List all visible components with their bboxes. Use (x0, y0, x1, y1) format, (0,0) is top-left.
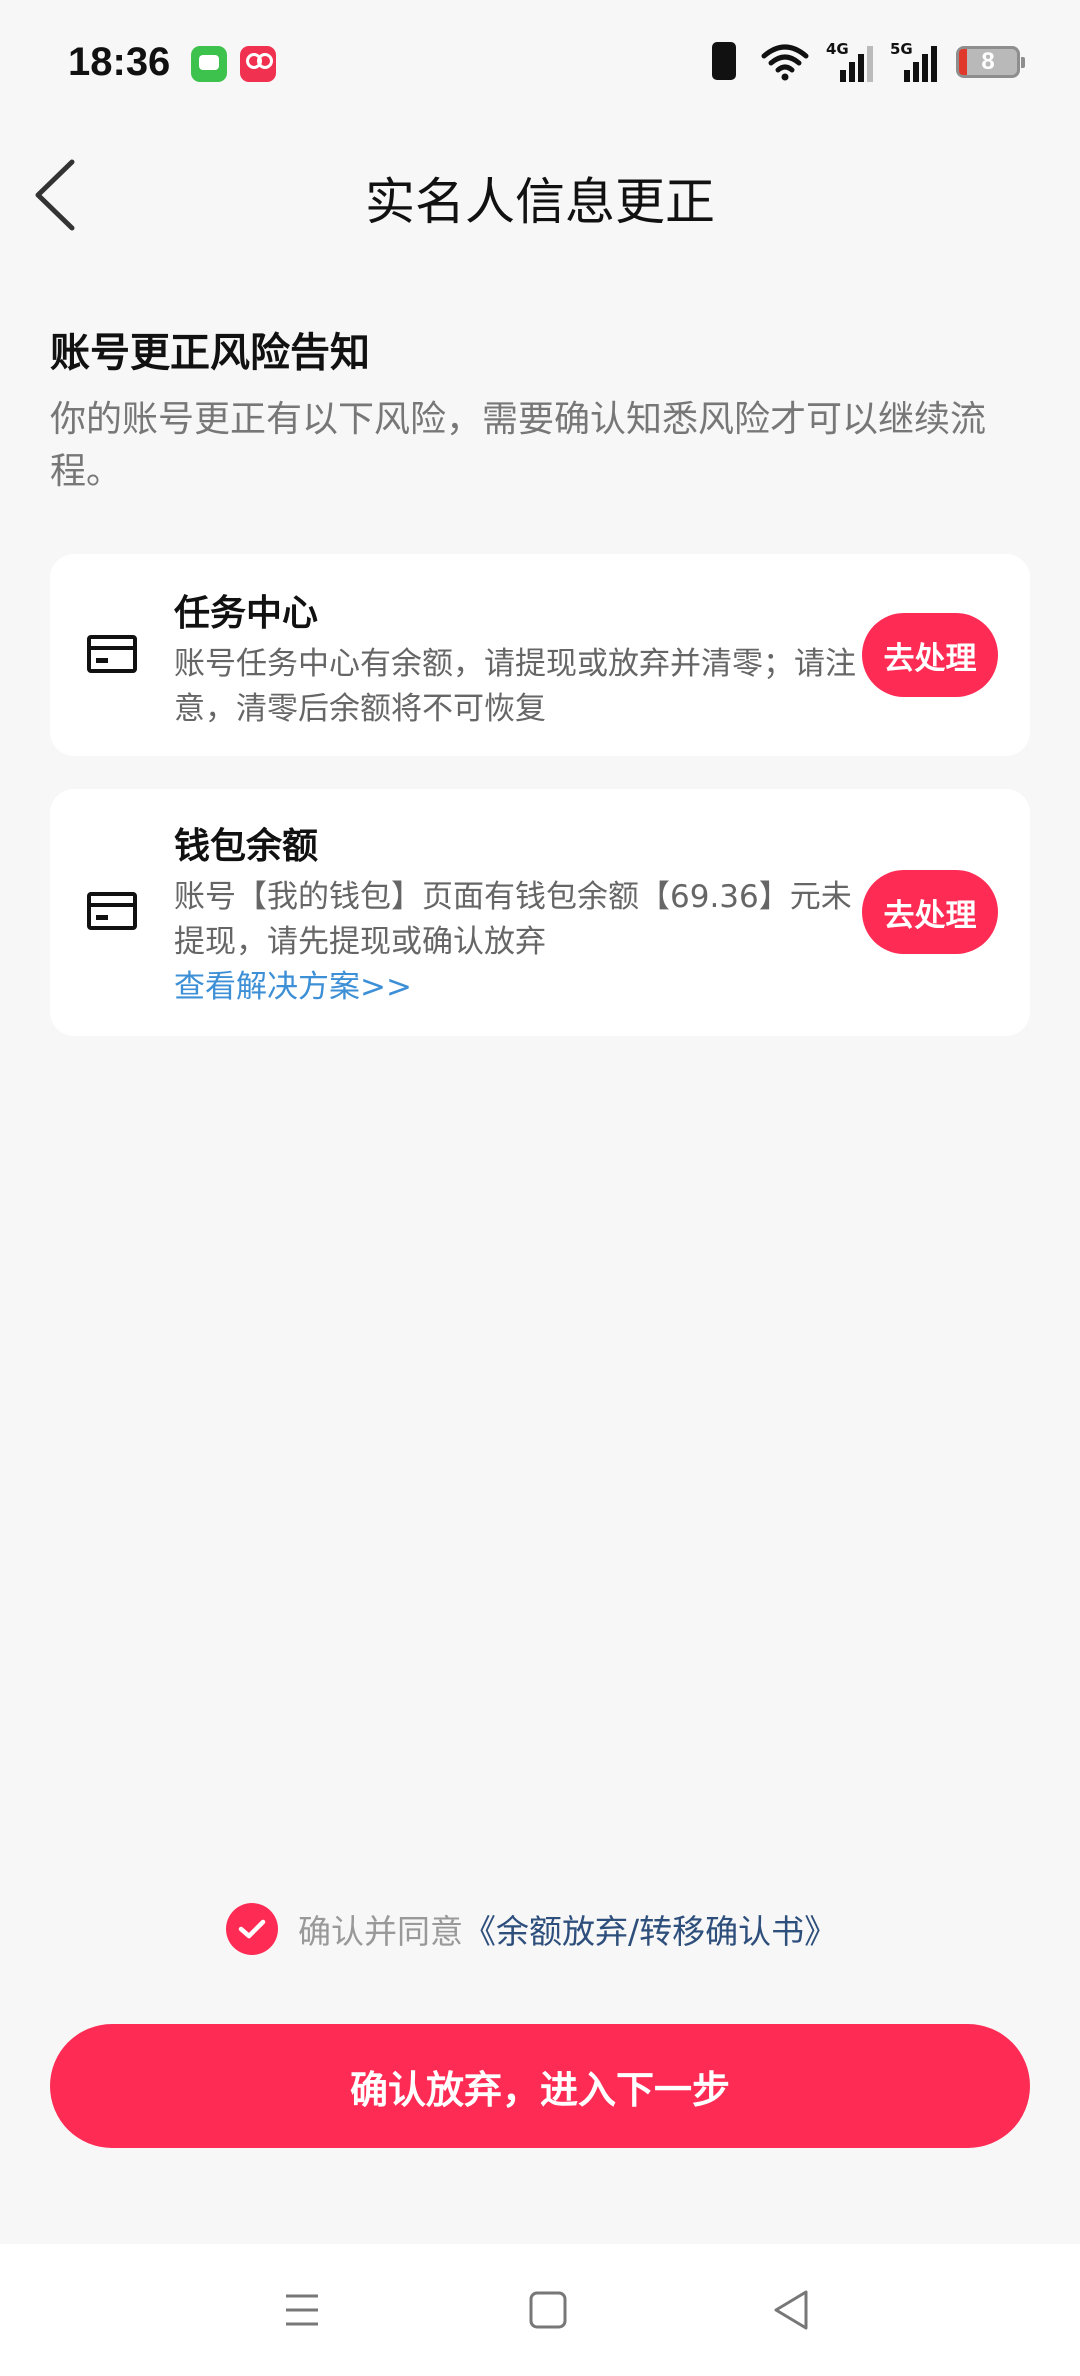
checkmark-icon (238, 1919, 266, 1939)
status-bar: 18:36 4G 5G 8 (0, 0, 1080, 130)
confirm-abandon-button[interactable]: 确认放弃，进入下一步 (50, 2024, 1030, 2148)
card-content: 任务中心 账号任务中心有余额，请提现或放弃并清零；请注意，清零后余额将不可恢复 (174, 590, 864, 732)
handle-button[interactable]: 去处理 (862, 613, 998, 697)
signal-4g-icon: 4G (826, 40, 874, 84)
card-title: 钱包余额 (174, 826, 319, 867)
vibrate-icon (712, 42, 736, 80)
navigation-bar (0, 2244, 1080, 2376)
agreement-checkbox[interactable] (226, 1903, 278, 1955)
card-icon (87, 892, 137, 930)
video-app-icon (240, 46, 276, 82)
menu-icon[interactable] (272, 2284, 332, 2336)
view-solution-link[interactable]: 查看解决方案>> (174, 965, 864, 1010)
handle-button[interactable]: 去处理 (862, 870, 998, 954)
agreement-row: 确认并同意 《余额放弃/转移确认书》 (226, 1902, 837, 1956)
card-description: 账号任务中心有余额，请提现或放弃并清零；请注意，清零后余额将不可恢复 (174, 646, 856, 727)
battery-icon: 8 (956, 46, 1025, 78)
signal-5g-icon: 5G (890, 40, 938, 84)
home-icon[interactable] (518, 2284, 578, 2336)
back-triangle-icon[interactable] (762, 2284, 822, 2336)
wifi-icon (761, 44, 809, 81)
risk-card-task-center: 任务中心 账号任务中心有余额，请提现或放弃并清零；请注意，清零后余额将不可恢复 … (50, 554, 1030, 756)
page-title: 实名人信息更正 (365, 173, 715, 231)
status-time: 18:36 (68, 40, 171, 84)
card-title: 任务中心 (174, 593, 319, 634)
notice-title: 账号更正风险告知 (50, 330, 370, 376)
agreement-link[interactable]: 《余额放弃/转移确认书》 (463, 1905, 837, 1953)
card-description: 账号【我的钱包】页面有钱包余额【69.36】元未提现，请先提现或确认放弃 (174, 879, 852, 960)
messages-app-icon (191, 46, 227, 82)
notice-description: 你的账号更正有以下风险，需要确认知悉风险才可以继续流程。 (50, 399, 987, 492)
risk-card-wallet-balance: 钱包余额 账号【我的钱包】页面有钱包余额【69.36】元未提现，请先提现或确认放… (50, 789, 1030, 1036)
agreement-text: 确认并同意 (298, 1912, 463, 1951)
card-icon (87, 635, 137, 673)
card-content: 钱包余额 账号【我的钱包】页面有钱包余额【69.36】元未提现，请先提现或确认放… (174, 823, 864, 1010)
